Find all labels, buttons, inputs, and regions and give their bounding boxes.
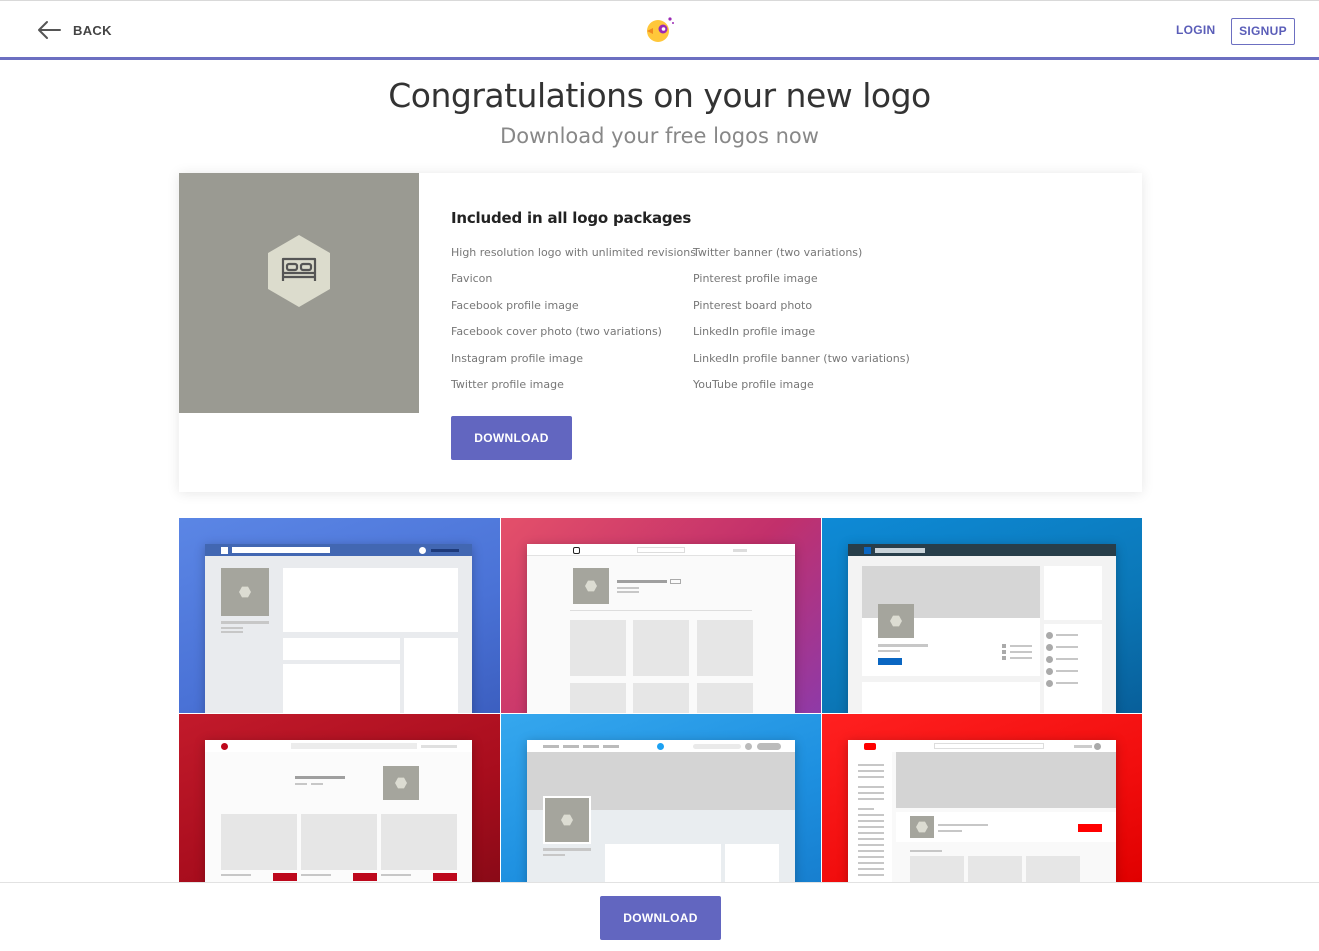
package-item: Favicon	[451, 272, 493, 286]
page-title: Congratulations on your new logo	[388, 76, 931, 115]
twitter-preview	[501, 714, 821, 882]
bed-logo-icon	[268, 235, 330, 307]
back-button[interactable]: BACK	[36, 20, 112, 40]
facebook-preview	[179, 518, 500, 713]
social-previews-grid	[179, 518, 1142, 882]
youtube-mockup	[848, 740, 1116, 882]
package-item: Facebook profile image	[451, 298, 579, 312]
package-item: LinkedIn profile banner (two variations)	[693, 351, 910, 365]
package-item: High resolution logo with unlimited revi…	[451, 246, 696, 259]
package-item: Twitter profile image	[451, 377, 564, 391]
package-item: Instagram profile image	[451, 351, 583, 365]
logo-preview	[179, 173, 419, 413]
signup-button[interactable]: SIGNUP	[1231, 18, 1295, 45]
profile-avatar	[878, 604, 914, 638]
profile-avatar	[383, 766, 419, 800]
sticky-footer: DOWNLOAD	[0, 882, 1319, 951]
instagram-preview	[501, 518, 821, 713]
brand-logo-icon[interactable]	[643, 15, 675, 45]
package-title: Included in all logo packages	[451, 209, 692, 227]
pinterest-preview	[179, 714, 500, 882]
profile-avatar	[221, 568, 269, 616]
logo-package-card: Included in all logo packages High resol…	[179, 173, 1142, 492]
download-button[interactable]: DOWNLOAD	[451, 416, 572, 460]
pinterest-mockup	[205, 740, 472, 882]
facebook-mockup	[205, 544, 472, 713]
profile-avatar	[910, 816, 934, 838]
instagram-mockup	[527, 544, 795, 713]
back-label: BACK	[73, 22, 112, 38]
package-items-right: Twitter banner (two variations) Pinteres…	[693, 246, 910, 404]
top-nav: BACK LOGIN SIGNUP	[0, 3, 1319, 60]
login-link[interactable]: LOGIN	[1176, 23, 1216, 37]
page-subtitle: Download your free logos now	[500, 124, 819, 148]
package-item: YouTube profile image	[693, 377, 814, 391]
linkedin-preview	[822, 518, 1142, 713]
package-item: Twitter banner (two variations)	[693, 246, 863, 259]
package-item: Pinterest board photo	[693, 298, 813, 312]
youtube-preview	[822, 714, 1142, 882]
footer-download-button[interactable]: DOWNLOAD	[600, 896, 721, 940]
twitter-mockup	[527, 740, 795, 882]
linkedin-mockup	[848, 544, 1116, 713]
package-item: Facebook cover photo (two variations)	[451, 325, 662, 339]
profile-avatar	[543, 796, 591, 844]
package-item: LinkedIn profile image	[693, 325, 816, 339]
profile-avatar	[573, 568, 609, 604]
package-items-left: High resolution logo with unlimited revi…	[451, 246, 696, 404]
package-item: Pinterest profile image	[693, 272, 818, 286]
arrow-left-icon	[38, 21, 61, 39]
